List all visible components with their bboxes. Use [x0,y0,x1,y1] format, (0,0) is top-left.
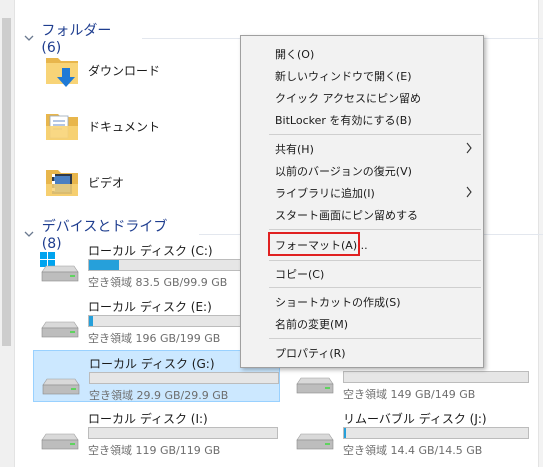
usage-bar [343,427,529,439]
free-space-text: 空き領域 119 GB/119 GB [88,444,221,457]
menu-item-create-shortcut[interactable]: ショートカットの作成(S) [241,290,483,312]
menu-item-label: ショートカットの作成(S) [275,296,401,309]
chevron-right-icon [465,142,473,154]
folder-videos[interactable]: ビデオ [42,162,124,202]
menu-separator [269,338,481,339]
windows-drive-icon [38,252,82,284]
free-space-text: 空き領域 149 GB/149 GB [343,388,476,401]
menu-item-properties[interactable]: プロパティ(R) [241,341,483,363]
usage-bar-fill [89,260,120,270]
hard-drive-icon [39,365,83,397]
menu-separator [269,260,481,261]
menu-item-label: 共有(H) [275,143,314,156]
usage-bar-fill [344,428,346,438]
menu-item-label: 新しいウィンドウで開く(E) [275,70,412,83]
menu-item-rename[interactable]: 名前の変更(M) [241,312,483,334]
drive-j[interactable]: リムーバブル ディスク (J:) 空き領域 14.4 GB/14.5 GB [288,406,533,457]
folder-label: ダウンロード [88,63,161,78]
menu-item-pin-quick-access[interactable]: クイック アクセスにピン留め [241,86,483,108]
usage-bar [343,371,529,383]
removable-drive-icon [293,420,337,452]
folder-label: ビデオ [88,175,125,190]
menu-item-bitlocker[interactable]: BitLocker を有効にする(B) [241,108,483,130]
documents-folder-icon [42,106,82,146]
usage-bar [88,427,278,439]
menu-item-label: 名前の変更(M) [275,318,349,331]
download-folder-icon [42,50,82,90]
free-space-text: 空き領域 196 GB/199 GB [88,332,221,345]
usage-bar-fill [89,316,93,326]
menu-item-label: クイック アクセスにピン留め [275,92,421,105]
menu-separator [269,229,481,230]
videos-folder-icon [42,162,82,202]
free-space-text: 空き領域 14.4 GB/14.5 GB [343,444,483,457]
menu-item-label: スタート画面にピン留めする [275,209,418,222]
scrollbar-thumb[interactable] [2,18,11,346]
menu-item-label: プロパティ(R) [275,347,346,360]
menu-item-copy[interactable]: コピー(C) [241,262,483,284]
menu-separator [269,134,481,135]
format-highlight-box [268,232,360,256]
drive-i[interactable]: ローカル ディスク (I:) 空き領域 119 GB/119 GB [33,406,278,457]
menu-item-label: ライブラリに追加(I) [275,187,375,200]
menu-item-add-to-library[interactable]: ライブラリに追加(I) [241,181,483,203]
menu-item-label: 以前のバージョンの復元(V) [275,165,412,178]
menu-item-share[interactable]: 共有(H) [241,137,483,159]
drive-name: ローカル ディスク (E:) [88,300,212,314]
drive-name: リムーバブル ディスク (J:) [343,412,487,426]
folder-downloads[interactable]: ダウンロード [42,50,160,90]
chevron-right-icon [465,186,473,198]
hard-drive-icon [293,364,337,396]
menu-item-open-new-window[interactable]: 新しいウィンドウで開く(E) [241,64,483,86]
vertical-scrollbar[interactable] [0,0,15,467]
folder-label: ドキュメント [88,119,161,134]
drive-name: ローカル ディスク (G:) [89,357,215,371]
menu-item-label: コピー(C) [275,268,325,281]
menu-item-pin-start[interactable]: スタート画面にピン留めする [241,203,483,225]
hard-drive-icon [38,308,82,340]
free-space-text: 空き領域 29.9 GB/29.9 GB [89,389,229,402]
folder-documents[interactable]: ドキュメント [42,106,160,146]
hard-drive-icon [38,420,82,452]
usage-bar [89,372,279,384]
drive-name: ローカル ディスク (I:) [88,412,208,426]
menu-item-restore-previous[interactable]: 以前のバージョンの復元(V) [241,159,483,181]
menu-item-label: 開く(O) [275,48,315,61]
menu-separator [269,287,481,288]
free-space-text: 空き領域 83.5 GB/99.9 GB [88,276,228,289]
menu-item-open[interactable]: 開く(O) [241,42,483,64]
drive-name: ローカル ディスク (C:) [88,244,213,258]
chevron-down-icon [22,31,35,45]
menu-item-label: BitLocker を有効にする(B) [275,114,412,127]
context-menu: 開く(O) 新しいウィンドウで開く(E) クイック アクセスにピン留め BitL… [240,35,484,368]
